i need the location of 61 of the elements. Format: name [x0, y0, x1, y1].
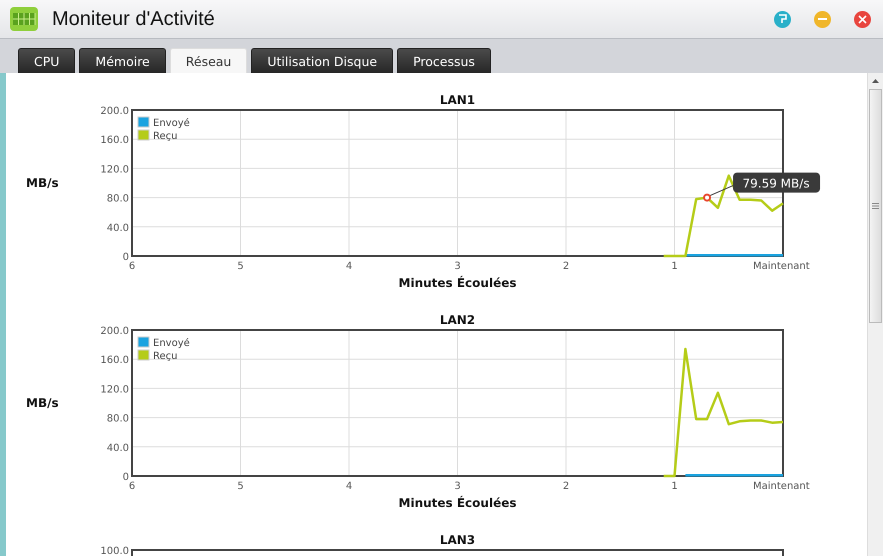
axis-tick-label: 120.0 [100, 164, 129, 176]
legend-swatch [138, 350, 150, 360]
tab[interactable]: Mémoire [79, 48, 166, 73]
axis-tick-label: 120.0 [100, 384, 129, 396]
axis-tick-label: 2 [562, 261, 570, 272]
axis-tick-label: 6 [128, 481, 136, 492]
axis-tick-label: 5 [237, 261, 244, 272]
legend-swatch [138, 336, 150, 348]
close-button[interactable] [854, 10, 871, 28]
leader-line [710, 185, 734, 196]
legend-label: Reçu [153, 131, 178, 142]
axis-tick-label: 160.0 [100, 355, 129, 366]
axis-tick-label: Maintenant [753, 481, 810, 492]
axis-tick-label: 3 [454, 481, 461, 492]
value-tooltip: 79.59 MB/s [733, 172, 820, 193]
legend-label: Envoyé [153, 338, 190, 349]
legend-swatch [138, 130, 150, 140]
tab[interactable]: Processus [397, 48, 491, 73]
scrollbar[interactable] [867, 73, 883, 556]
axis-tick-label: 0 [122, 252, 129, 263]
axis-tick-label: 1 [671, 481, 678, 492]
axis-tick-label: 4 [346, 261, 352, 272]
tab[interactable]: Utilisation Disque [251, 48, 394, 73]
axis-tick-label: 6 [128, 261, 136, 272]
axis-tick-label: 200.0 [100, 106, 129, 117]
y-axis-label: MB/s [26, 176, 59, 190]
chart-title: LAN2 [440, 313, 476, 327]
axis-tick-label: 2 [562, 481, 570, 492]
tab[interactable]: Réseau [170, 48, 248, 73]
help-button[interactable] [774, 10, 791, 28]
chart-title: LAN3 [440, 533, 476, 547]
legend-swatch [138, 116, 150, 128]
axis-tick-label: 4 [346, 481, 352, 492]
close-icon [858, 14, 867, 24]
axis-tick-label: 80.0 [106, 194, 129, 205]
axis-tick-label: 1 [671, 261, 678, 272]
axis-tick-label: 40.0 [106, 222, 129, 234]
window-title: Moniteur d'Activité [52, 8, 216, 30]
minimize-icon [818, 18, 827, 20]
x-axis-label: Minutes Écoulées [398, 276, 516, 290]
axis-tick-label: 200.0 [100, 326, 129, 337]
legend-label: Reçu [153, 351, 178, 362]
axis-tick-label: 5 [237, 481, 244, 492]
app-grid-icon [10, 7, 38, 31]
point-marker [703, 194, 712, 202]
annotation: 79.59 MB/s [742, 176, 810, 191]
axis-tick-label: Maintenant [753, 261, 810, 272]
chart-title: LAN1 [440, 93, 476, 107]
axis-tick-label: 3 [454, 261, 461, 272]
legend-label: Envoyé [153, 118, 190, 129]
minimize-button[interactable] [814, 10, 831, 28]
axis-tick-label: 100.0 [100, 546, 129, 556]
help-icon [778, 14, 787, 24]
x-axis-label: Minutes Écoulées [398, 496, 516, 510]
y-axis-label: MB/s [26, 396, 59, 410]
axis-tick-label: 160.0 [100, 135, 129, 146]
axis-tick-label: 80.0 [106, 414, 129, 425]
scroll-thumb[interactable] [869, 89, 882, 323]
tab[interactable]: CPU [18, 48, 76, 73]
axis-tick-label: 0 [122, 472, 129, 483]
axis-tick-label: 40.0 [106, 442, 129, 454]
